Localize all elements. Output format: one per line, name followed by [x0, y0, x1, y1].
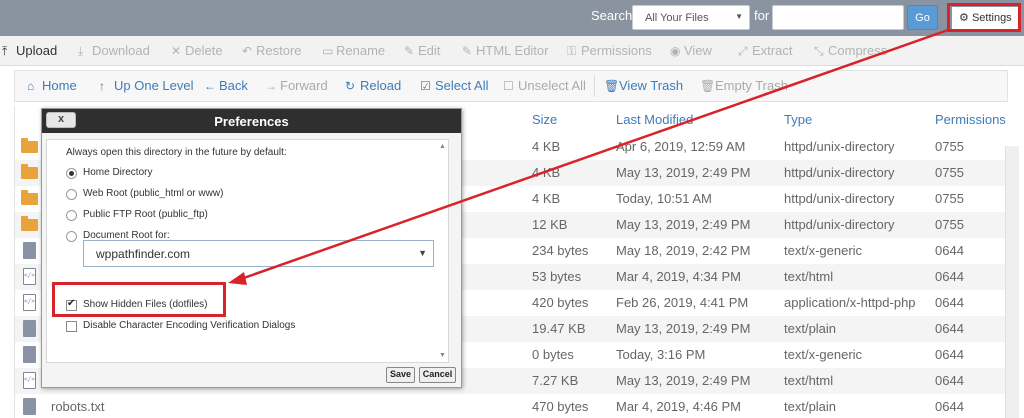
annotation-arrow-line: [237, 28, 949, 282]
annotation-arrow-head: [228, 272, 247, 285]
annotation-arrow: [228, 28, 949, 285]
